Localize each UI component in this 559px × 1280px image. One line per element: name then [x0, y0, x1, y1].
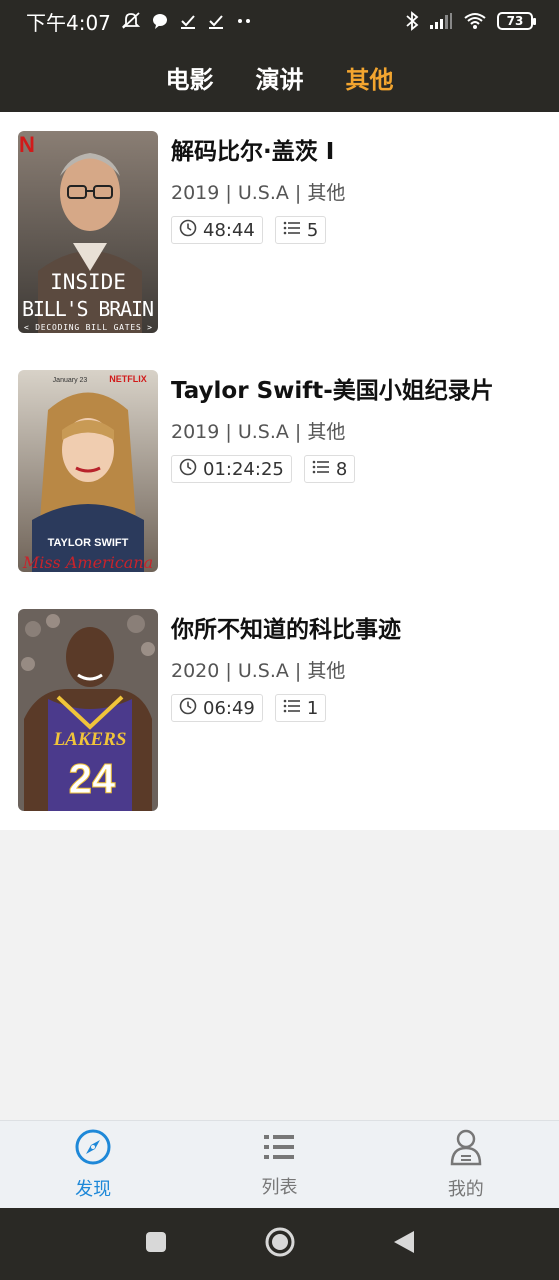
nav-profile[interactable]: 我的 — [373, 1121, 559, 1208]
download-done-icon — [207, 12, 225, 30]
tab-movies[interactable]: 电影 — [164, 60, 216, 95]
signal-icon — [429, 12, 453, 30]
recent-apps-button[interactable] — [144, 1230, 168, 1258]
home-button[interactable] — [264, 1226, 296, 1262]
nav-profile-label: 我的 — [447, 1179, 484, 1200]
bluetooth-icon — [405, 11, 419, 31]
episodes-count: 1 — [306, 697, 319, 719]
episodes-badge: 5 — [274, 216, 327, 244]
poster-date: January 23 — [53, 377, 88, 384]
poster-line3: < DECODING BILL GATES > — [24, 323, 152, 332]
clock-icon — [179, 219, 197, 242]
poster-name: TAYLOR SWIFT — [48, 537, 129, 549]
list-icon — [283, 698, 301, 719]
poster-line2: BILL'S BRAIN — [22, 297, 154, 321]
poster-script: Miss Americana — [22, 553, 153, 572]
list-icon — [283, 220, 301, 241]
battery-icon: 73 — [497, 12, 536, 30]
back-button[interactable] — [392, 1229, 416, 1259]
nav-list-label: 列表 — [261, 1177, 298, 1198]
poster-image: LAKERS 24 — [18, 609, 158, 811]
jersey-text: LAKERS — [53, 729, 127, 750]
list-icon — [312, 459, 330, 480]
duration-text: 48:44 — [203, 219, 255, 241]
system-nav-bar — [0, 1208, 559, 1280]
duration-text: 01:24:25 — [203, 458, 284, 480]
poster-line1: INSIDE — [50, 270, 126, 294]
episodes-count: 8 — [335, 458, 348, 480]
duration-badge: 01:24:25 — [171, 455, 292, 483]
status-time: 下午4:07 — [26, 10, 111, 35]
mute-icon — [121, 11, 141, 31]
clock-icon — [179, 458, 197, 481]
item-title: 解码比尔·盖茨 I — [171, 139, 335, 165]
tab-speeches[interactable]: 演讲 — [254, 60, 306, 95]
poster-brand: N — [19, 132, 35, 157]
tab-others[interactable]: 其他 — [343, 60, 396, 122]
chat-icon — [151, 12, 169, 30]
episodes-badge: 8 — [303, 455, 356, 483]
video-list: N INSIDE BILL'S BRAIN < DECODING BILL GA… — [0, 112, 559, 830]
duration-badge: 06:49 — [171, 694, 263, 722]
status-bar: 下午4:07 73 — [0, 0, 559, 42]
clock-icon — [179, 697, 197, 720]
poster-image: N INSIDE BILL'S BRAIN < DECODING BILL GA… — [18, 131, 158, 333]
duration-badge: 48:44 — [171, 216, 263, 244]
compass-icon — [74, 1128, 112, 1171]
poster-brand: NETFLIX — [109, 374, 147, 384]
list-item[interactable]: N INSIDE BILL'S BRAIN < DECODING BILL GA… — [0, 112, 559, 333]
item-title: 你所不知道的科比事迹 — [171, 617, 401, 643]
nav-discover-label: 发现 — [75, 1179, 112, 1200]
list-item[interactable]: January 23 NETFLIX TAYLOR SWIFT Miss Ame… — [0, 351, 559, 572]
item-title: Taylor Swift-美国小姐纪录片 — [171, 378, 494, 404]
episodes-badge: 1 — [274, 694, 327, 722]
battery-level: 73 — [506, 14, 524, 28]
download-done-icon — [179, 12, 197, 30]
item-meta: 2020 | U.S.A | 其他 — [171, 660, 346, 682]
user-icon — [448, 1128, 484, 1171]
nav-discover[interactable]: 发现 — [0, 1121, 186, 1208]
duration-text: 06:49 — [203, 697, 255, 719]
wifi-icon — [463, 12, 487, 30]
bottom-nav: 发现 列表 我的 — [0, 1120, 559, 1208]
poster-image: January 23 NETFLIX TAYLOR SWIFT Miss Ame… — [18, 370, 158, 572]
category-tabs: 电影 演讲 其他 — [0, 42, 559, 122]
jersey-number: 24 — [69, 755, 116, 802]
nav-list[interactable]: 列表 — [186, 1121, 372, 1208]
list-item[interactable]: LAKERS 24 你所不知道的科比事迹 2020 | U.S.A | 其他 0… — [0, 590, 559, 811]
episodes-count: 5 — [306, 219, 319, 241]
more-notifications-icon — [235, 12, 253, 30]
list-icon — [262, 1130, 296, 1169]
item-meta: 2019 | U.S.A | 其他 — [171, 421, 346, 443]
item-meta: 2019 | U.S.A | 其他 — [171, 182, 346, 204]
